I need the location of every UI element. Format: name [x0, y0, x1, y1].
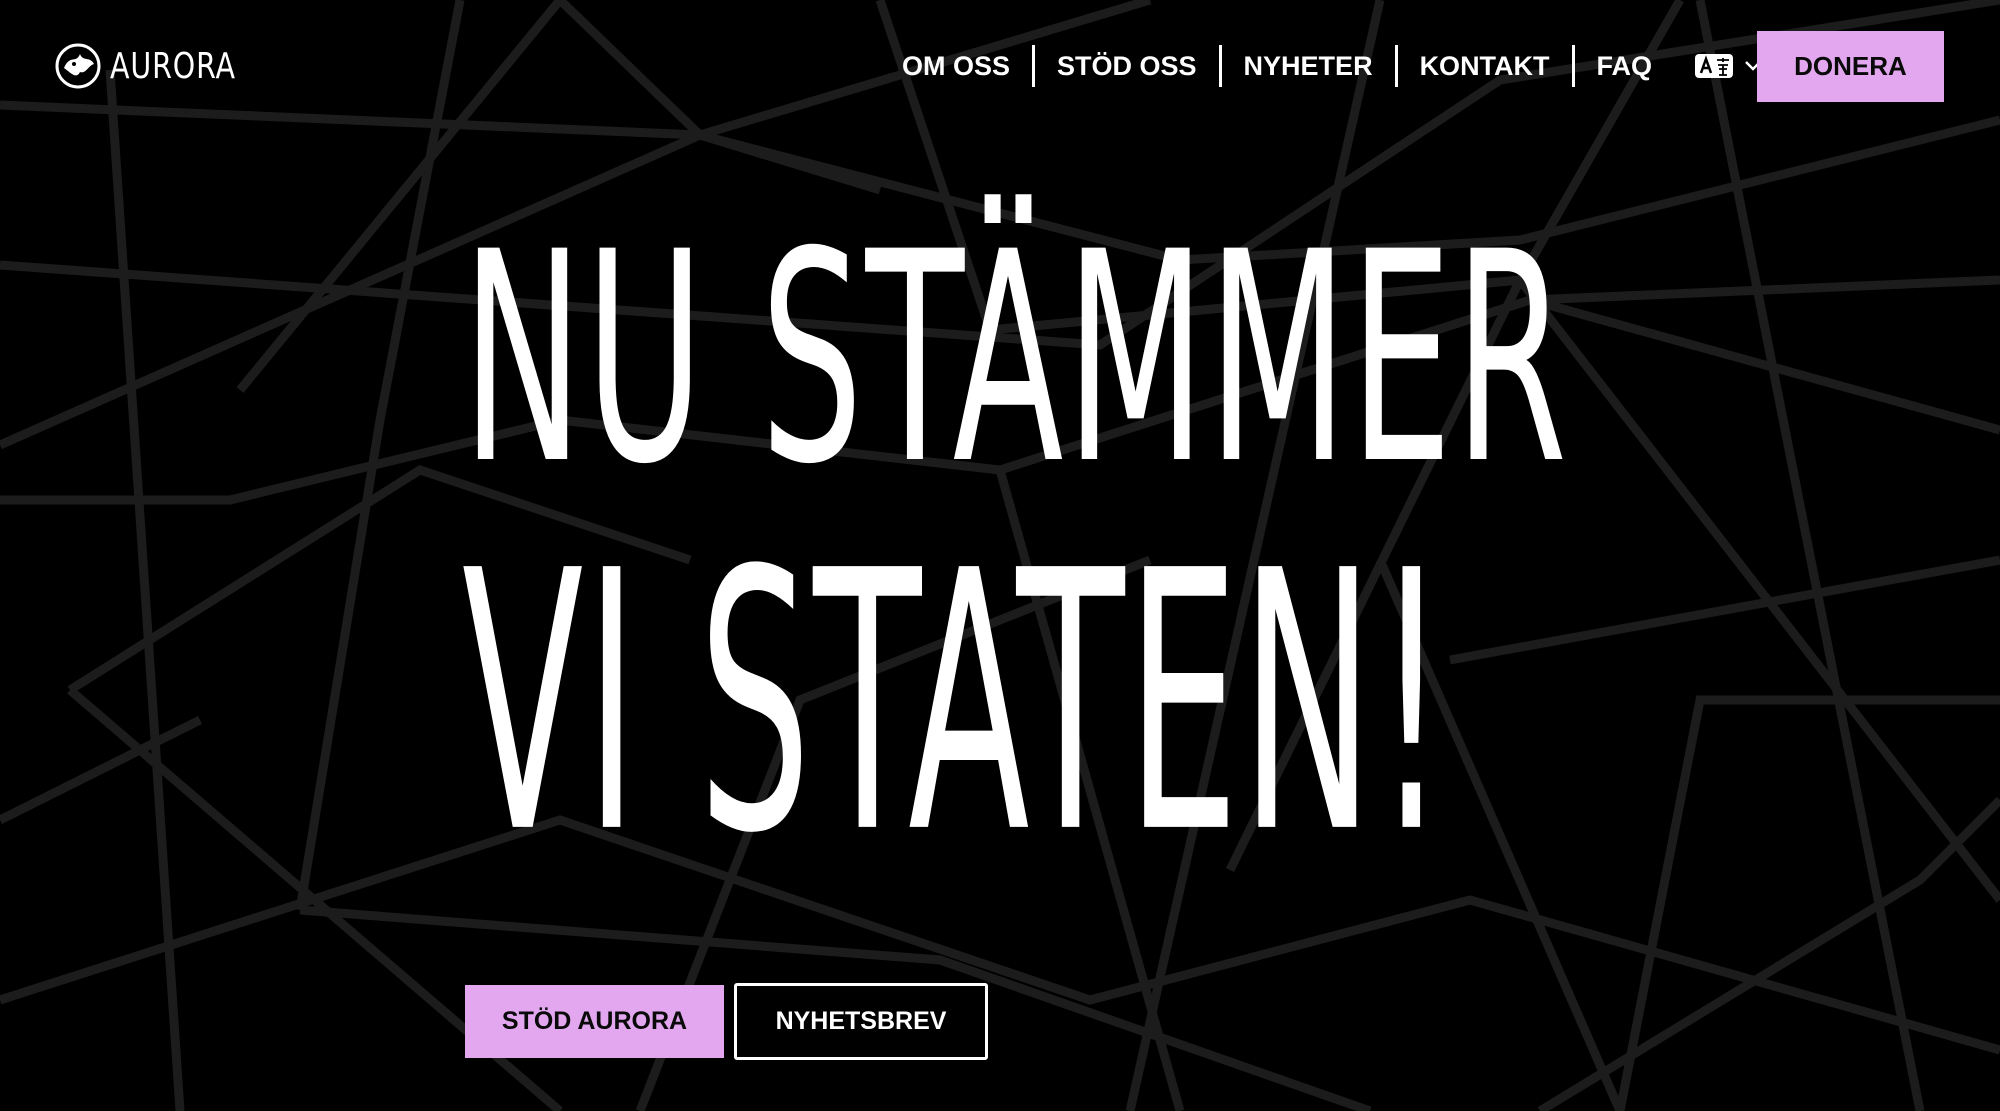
aurora-logo-icon [55, 43, 101, 89]
nav-item-nyheter[interactable]: NYHETER [1222, 46, 1395, 86]
newsletter-button[interactable]: NYHETSBREV [734, 983, 988, 1060]
hero-line-2: VI STATEN! [462, 495, 1449, 913]
logo-text: AURORA [110, 45, 236, 87]
nav-item-stod-oss[interactable]: STÖD OSS [1035, 46, 1219, 86]
support-aurora-button[interactable]: STÖD AURORA [465, 985, 724, 1058]
hero-line-1: NU STÄMMER [462, 191, 1570, 528]
nav-item-faq[interactable]: FAQ [1575, 46, 1675, 86]
site-header: AURORA OM OSS STÖD OSS NYHETER KONTAKT F… [0, 0, 2000, 134]
donate-button[interactable]: DONERA [1757, 31, 1944, 102]
translate-icon [1695, 54, 1734, 78]
page: AURORA OM OSS STÖD OSS NYHETER KONTAKT F… [0, 0, 2000, 1111]
main-nav: OM OSS STÖD OSS NYHETER KONTAKT FAQ [880, 44, 1762, 88]
hero-actions: STÖD AURORA NYHETSBREV [465, 983, 988, 1060]
language-selector[interactable] [1694, 53, 1762, 79]
nav-item-om-oss[interactable]: OM OSS [880, 46, 1032, 86]
nav-item-kontakt[interactable]: KONTAKT [1398, 46, 1572, 86]
logo[interactable]: AURORA [54, 42, 253, 90]
